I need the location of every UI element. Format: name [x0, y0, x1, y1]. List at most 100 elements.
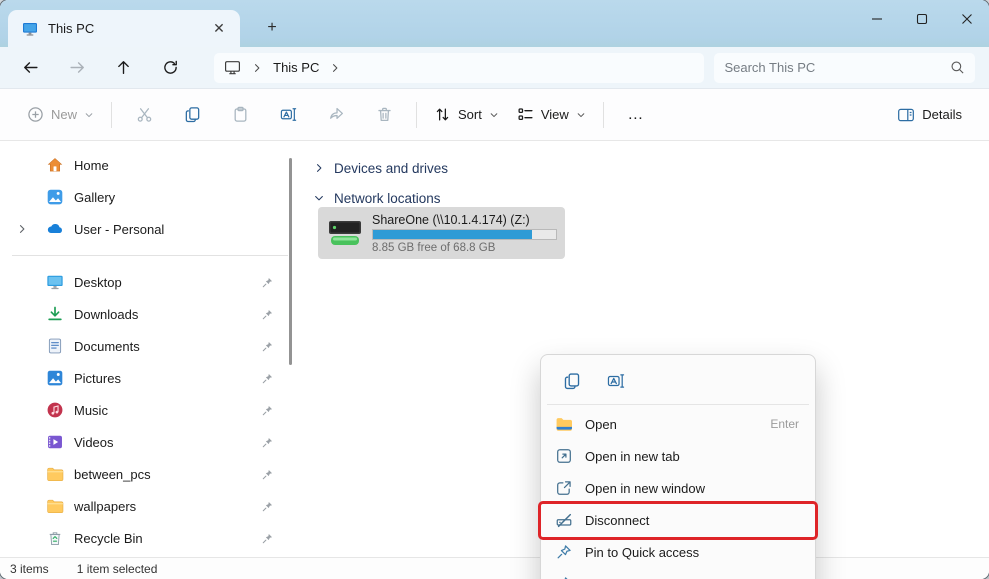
breadcrumb-chevron-icon-2[interactable]	[329, 62, 341, 74]
search-input[interactable]	[724, 60, 950, 75]
breadcrumb-this-pc[interactable]: This PC	[273, 60, 319, 75]
sidebar-item-onedrive-personal[interactable]: User - Personal	[6, 213, 294, 245]
sidebar-item-music[interactable]: Music	[6, 394, 294, 426]
paste-button[interactable]	[220, 97, 260, 133]
toolbar-divider-3	[603, 102, 604, 128]
sidebar-item-label: Videos	[74, 435, 114, 450]
gallery-icon	[46, 188, 64, 206]
delete-button[interactable]	[364, 97, 404, 133]
sidebar-item-label: Downloads	[74, 307, 138, 322]
open-new-window-icon	[555, 479, 573, 497]
sort-button[interactable]: Sort	[425, 99, 508, 130]
search-icon[interactable]	[950, 60, 965, 75]
this-pc-icon	[22, 21, 38, 37]
drive-name: ShareOne (\\10.1.4.174) (Z:)	[372, 213, 530, 227]
address-bar[interactable]: This PC	[214, 53, 704, 83]
refresh-button[interactable]	[154, 52, 188, 84]
menu-item-pin-to-start[interactable]: Pin to Start	[545, 568, 811, 579]
tab-close-icon[interactable]: ✕	[208, 18, 230, 40]
sidebar-item-gallery[interactable]: Gallery	[6, 181, 294, 213]
sidebar-item-wallpapers[interactable]: wallpapers	[6, 490, 294, 522]
menu-divider	[547, 404, 809, 405]
back-button[interactable]	[14, 52, 48, 84]
pin-icon	[555, 543, 573, 561]
context-menu-icon-row	[545, 361, 811, 401]
sidebar-scrollbar[interactable]	[289, 158, 292, 365]
pin-icon	[261, 468, 274, 481]
see-more-button[interactable]: …	[616, 97, 656, 133]
content-area: Home Gallery User - Personal	[0, 141, 989, 557]
sort-chevron-icon	[489, 110, 499, 120]
chevron-down-icon	[312, 192, 326, 204]
maximize-button[interactable]	[899, 0, 944, 38]
forward-button[interactable]	[61, 52, 95, 84]
close-button[interactable]	[944, 0, 989, 38]
sidebar-item-recycle-bin[interactable]: Recycle Bin	[6, 522, 294, 554]
pin-icon	[261, 404, 274, 417]
sidebar-item-label: User - Personal	[74, 222, 164, 237]
new-button[interactable]: New	[18, 99, 103, 130]
view-button[interactable]: View	[508, 99, 595, 130]
pin-icon	[261, 500, 274, 513]
menu-item-open[interactable]: Open Enter	[545, 408, 811, 440]
network-drive-shareone[interactable]: ShareOne (\\10.1.4.174) (Z:) 8.85 GB fre…	[318, 207, 565, 259]
capacity-bar-fill	[373, 230, 532, 239]
sidebar-item-desktop[interactable]: Desktop	[6, 266, 294, 298]
music-icon	[46, 401, 64, 419]
sidebar-item-label: Music	[74, 403, 108, 418]
onedrive-icon	[46, 220, 64, 238]
breadcrumb-chevron-icon[interactable]	[251, 62, 263, 74]
minimize-button[interactable]	[854, 0, 899, 38]
menu-item-open-in-new-tab[interactable]: Open in new tab	[545, 440, 811, 472]
open-folder-icon	[555, 415, 573, 433]
sort-button-label: Sort	[458, 107, 482, 122]
copy-button[interactable]	[553, 365, 591, 397]
tab-this-pc[interactable]: This PC ✕	[8, 10, 240, 47]
disconnect-drive-icon	[555, 511, 573, 529]
title-bar: This PC ✕ +	[0, 0, 989, 47]
new-tab-button[interactable]: +	[258, 14, 286, 42]
recycle-bin-icon	[46, 529, 64, 547]
pin-icon	[261, 276, 274, 289]
folder-icon	[46, 497, 64, 515]
sidebar-item-between-pcs[interactable]: between_pcs	[6, 458, 294, 490]
menu-item-pin-to-quick-access[interactable]: Pin to Quick access	[545, 536, 811, 568]
toolbar-divider	[111, 102, 112, 128]
sidebar-item-label: Recycle Bin	[74, 531, 143, 546]
menu-item-disconnect[interactable]: Disconnect	[545, 504, 811, 536]
view-chevron-icon	[576, 110, 586, 120]
sidebar-item-label: wallpapers	[74, 499, 136, 514]
navigation-pane: Home Gallery User - Personal	[0, 141, 300, 557]
copy-button[interactable]	[172, 97, 212, 133]
sidebar-item-pictures[interactable]: Pictures	[6, 362, 294, 394]
details-pane-button[interactable]: Details	[888, 99, 971, 131]
drive-free-space: 8.85 GB free of 68.8 GB	[372, 242, 557, 254]
sidebar-item-downloads[interactable]: Downloads	[6, 298, 294, 330]
menu-item-label: Disconnect	[585, 513, 787, 528]
group-label: Devices and drives	[334, 161, 448, 176]
sidebar-item-home[interactable]: Home	[6, 149, 294, 181]
desktop-icon	[46, 273, 64, 291]
sidebar-item-videos[interactable]: Videos	[6, 426, 294, 458]
selection-count: 1 item selected	[77, 562, 158, 576]
rename-button[interactable]	[597, 365, 635, 397]
up-button[interactable]	[107, 52, 141, 84]
sidebar-divider	[12, 255, 288, 256]
cut-button[interactable]	[124, 97, 164, 133]
share-button[interactable]	[316, 97, 356, 133]
group-devices-and-drives[interactable]: Devices and drives	[312, 153, 989, 183]
pin-icon	[555, 575, 573, 579]
open-new-tab-icon	[555, 447, 573, 465]
capacity-bar	[372, 229, 557, 240]
pin-icon	[261, 532, 274, 545]
folder-icon	[46, 465, 64, 483]
file-explorer-window: This PC ✕ +	[0, 0, 989, 579]
menu-item-open-in-new-window[interactable]: Open in new window	[545, 472, 811, 504]
rename-button[interactable]	[268, 97, 308, 133]
sidebar-item-documents[interactable]: Documents	[6, 330, 294, 362]
pin-icon	[261, 436, 274, 449]
command-bar: New Sort	[0, 89, 989, 141]
chevron-right-icon[interactable]	[16, 223, 28, 235]
search-box	[714, 53, 975, 83]
sidebar-item-label: Documents	[74, 339, 140, 354]
